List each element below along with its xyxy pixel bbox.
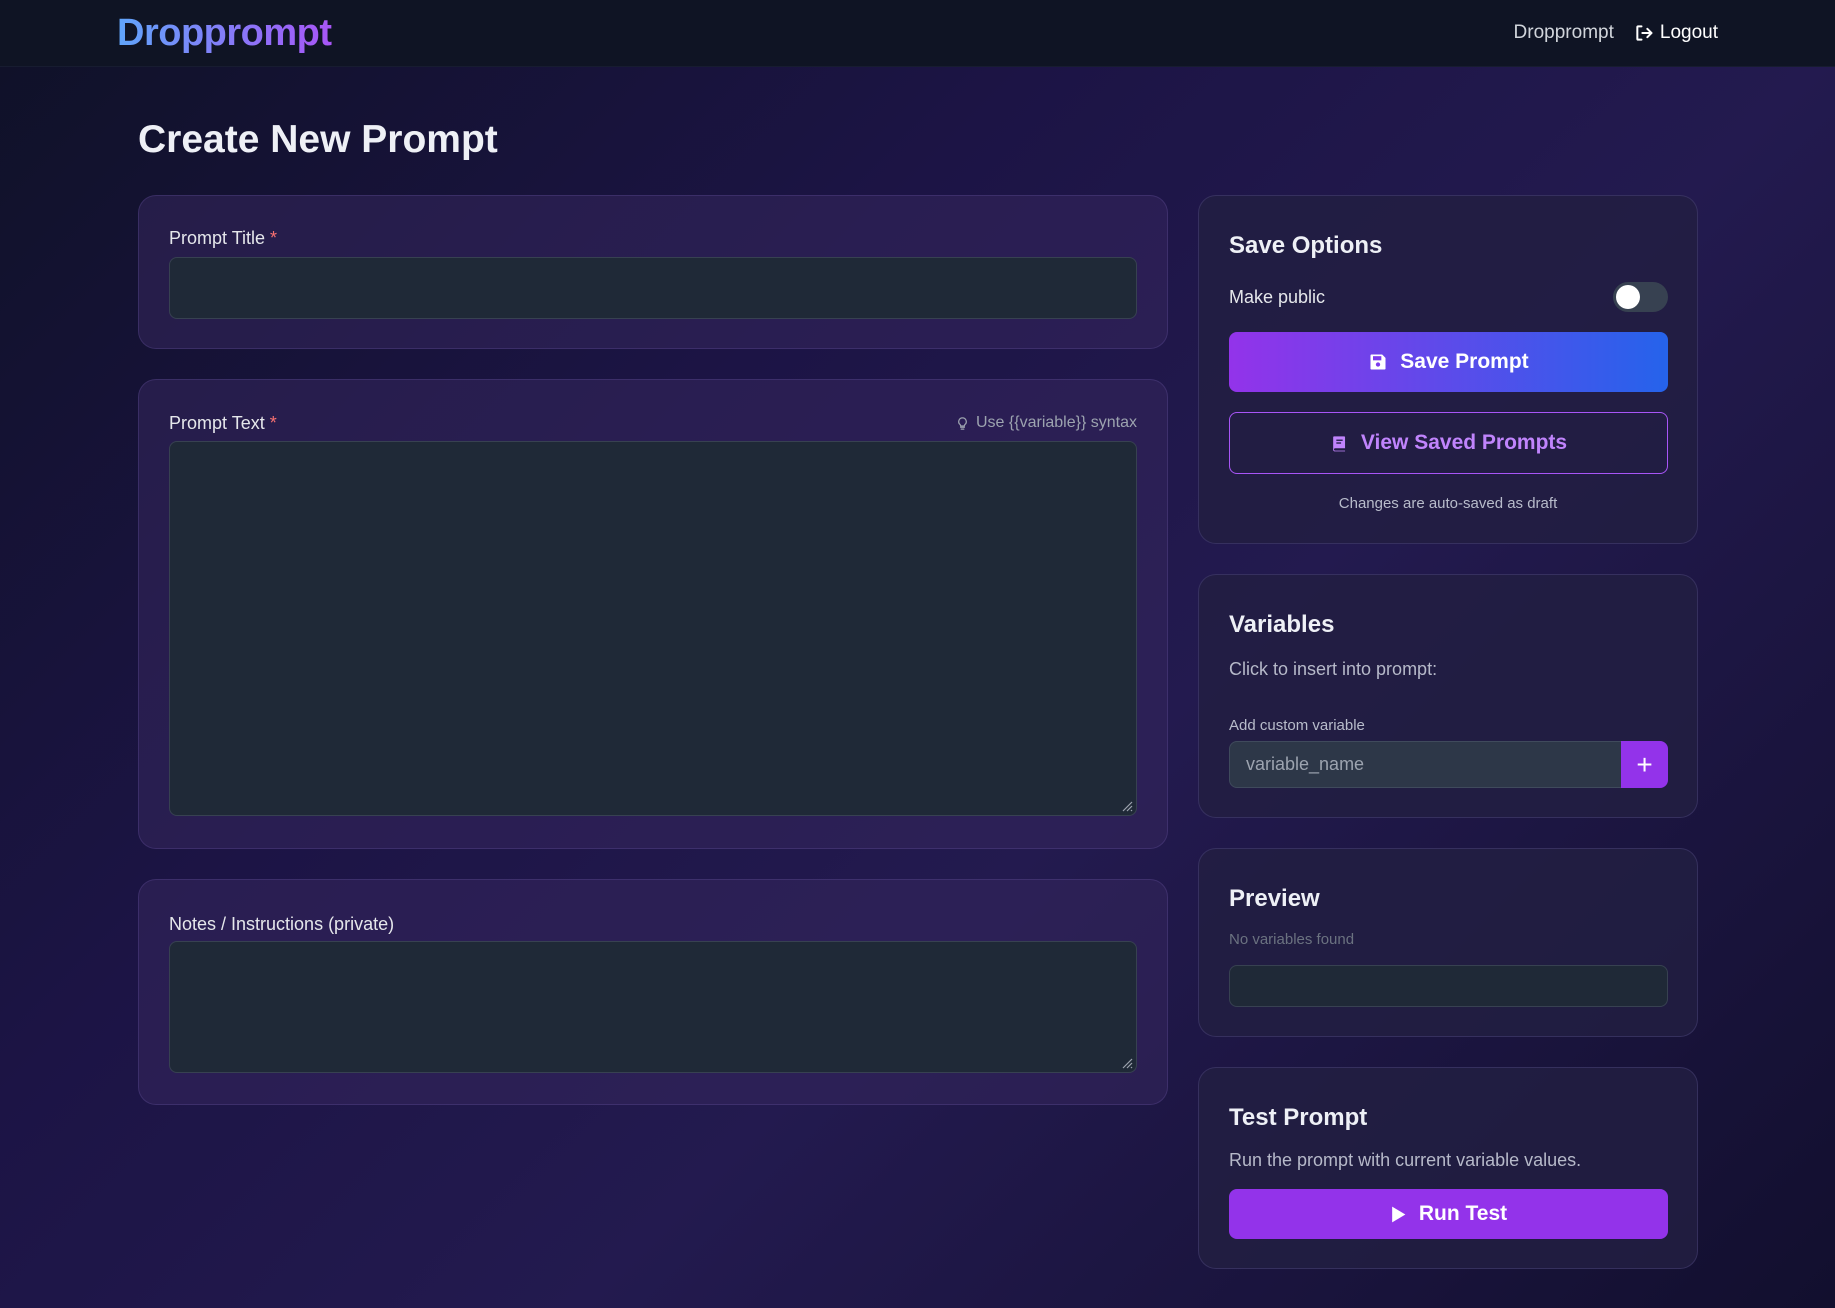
floppy-disk-icon xyxy=(1370,354,1386,370)
variables-instruction: Click to insert into prompt: xyxy=(1229,659,1438,679)
resize-handle-icon[interactable] xyxy=(1119,798,1133,812)
syntax-hint: Use {{variable}} syntax xyxy=(955,414,1137,432)
logout-label: Logout xyxy=(1659,22,1718,43)
nav-right: Dropprompt Logout xyxy=(1514,22,1718,44)
make-public-toggle[interactable] xyxy=(1613,282,1668,312)
run-test-button[interactable]: Run Test xyxy=(1229,1189,1668,1239)
play-icon xyxy=(1392,1206,1406,1222)
prompt-text-card: Prompt Text * Use {{variable}} syntax xyxy=(138,379,1168,849)
required-mark: * xyxy=(270,228,278,248)
test-prompt-description: Run the prompt with current variable val… xyxy=(1229,1150,1582,1170)
page-title: Create New Prompt xyxy=(138,118,498,161)
custom-variable-input[interactable] xyxy=(1229,741,1622,788)
view-saved-prompts-button[interactable]: View Saved Prompts xyxy=(1229,412,1668,474)
resize-handle-icon[interactable] xyxy=(1119,1055,1133,1069)
save-options-heading: Save Options xyxy=(1229,232,1383,259)
toggle-knob xyxy=(1616,285,1640,309)
notes-card: Notes / Instructions (private) xyxy=(138,879,1168,1105)
test-prompt-heading: Test Prompt xyxy=(1229,1104,1368,1131)
preview-card: Preview No variables found xyxy=(1198,848,1698,1037)
preview-heading: Preview xyxy=(1229,885,1320,912)
logout-button[interactable]: Logout xyxy=(1634,22,1718,44)
autosave-note: Changes are auto-saved as draft xyxy=(1338,495,1558,512)
variables-heading: Variables xyxy=(1229,611,1335,638)
variables-card: Variables Click to insert into prompt: A… xyxy=(1198,574,1698,818)
logout-icon xyxy=(1636,25,1653,41)
notes-label: Notes / Instructions (private) xyxy=(169,914,395,934)
add-variable-button[interactable]: + xyxy=(1621,741,1668,788)
lightbulb-icon xyxy=(958,416,967,430)
notes-textarea[interactable] xyxy=(169,941,1137,1073)
prompt-text-label: Prompt Text * xyxy=(169,413,277,433)
prompt-title-label: Prompt Title * xyxy=(169,228,278,248)
nav-link-dropprompt[interactable]: Dropprompt xyxy=(1514,22,1614,44)
save-prompt-button[interactable]: Save Prompt xyxy=(1229,332,1668,392)
prompt-text-textarea[interactable] xyxy=(169,441,1137,816)
preview-empty-text: No variables found xyxy=(1229,931,1355,948)
book-icon xyxy=(1333,435,1345,451)
save-options-card: Save Options Make public Save Prompt Vie… xyxy=(1198,195,1698,544)
custom-variable-label: Add custom variable xyxy=(1229,717,1365,734)
prompt-title-card: Prompt Title * xyxy=(138,195,1168,349)
top-navbar: Dropprompt Dropprompt Logout xyxy=(0,0,1835,67)
test-prompt-card: Test Prompt Run the prompt with current … xyxy=(1198,1067,1698,1269)
required-mark: * xyxy=(269,413,277,433)
prompt-title-input[interactable] xyxy=(169,257,1137,319)
preview-output xyxy=(1229,965,1668,1007)
make-public-label: Make public xyxy=(1229,287,1326,307)
brand-logo[interactable]: Dropprompt xyxy=(117,12,332,55)
